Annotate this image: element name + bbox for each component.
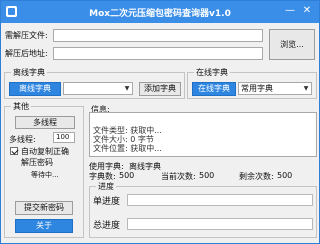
multithread-button[interactable]: 多线程 <box>15 116 75 129</box>
submit-password-button[interactable]: 提交新密码 <box>15 201 73 215</box>
online-dict-button[interactable]: 在线字典 <box>192 82 236 96</box>
auto-copy-checkbox[interactable] <box>10 147 18 155</box>
single-progress-label: 单进度 <box>93 197 121 207</box>
add-dict-button[interactable]: 添加字典 <box>139 82 181 96</box>
target-file-input[interactable] <box>53 29 263 42</box>
online-dict-select-value: 常用字典 <box>241 84 273 93</box>
chevron-down-icon: ▼ <box>124 85 130 92</box>
close-button[interactable]: ✕ <box>301 5 313 17</box>
minimize-button[interactable]: — <box>284 5 296 17</box>
target-file-label: 需解压文件: <box>5 31 48 40</box>
other-legend: 其他 <box>13 102 29 111</box>
progress-legend: 进度 <box>98 182 114 191</box>
auto-copy-label: 自动复制正确 <box>21 147 69 156</box>
offline-dict-legend: 离线字典 <box>13 68 45 77</box>
total-progress-label: 总进度 <box>93 221 121 231</box>
output-path-label: 解压后地址: <box>5 49 48 58</box>
threads-label: 多线程: <box>9 135 36 144</box>
offline-dict-button[interactable]: 离线字典 <box>9 82 61 96</box>
dict-count-value: 500 <box>119 171 135 180</box>
offline-dict-select[interactable]: ▼ <box>63 82 133 95</box>
waiting-status: 等待中... <box>31 171 59 179</box>
title-bar: Mox二次元压缩包密码查询器v1.0 — ✕ <box>1 1 319 23</box>
total-progress-bar <box>127 218 313 230</box>
remaining-count-value: 500 <box>277 171 293 180</box>
single-progress-bar <box>127 194 313 206</box>
output-path-input[interactable] <box>53 47 263 60</box>
about-button[interactable]: 关于 <box>15 219 73 233</box>
online-dict-select[interactable]: 常用字典 ▼ <box>238 82 312 95</box>
unzip-password-label: 解压密码 <box>21 158 53 167</box>
current-count-value: 500 <box>199 171 215 180</box>
window-title: Mox二次元压缩包密码查询器v1.0 <box>89 9 231 19</box>
info-box: 文件类型: 获取中... 文件大小: 0 字节 文件位置: 获取中... <box>89 112 317 157</box>
browse-button[interactable]: 浏览... <box>269 29 315 60</box>
file-location-line: 文件位置: 获取中... <box>93 144 162 153</box>
chevron-down-icon: ▼ <box>303 85 309 92</box>
online-dict-legend: 在线字典 <box>196 68 228 77</box>
app-window: Mox二次元压缩包密码查询器v1.0 — ✕ 需解压文件: 解压后地址: 浏览.… <box>0 0 320 244</box>
threads-input[interactable]: 100 <box>53 132 75 143</box>
